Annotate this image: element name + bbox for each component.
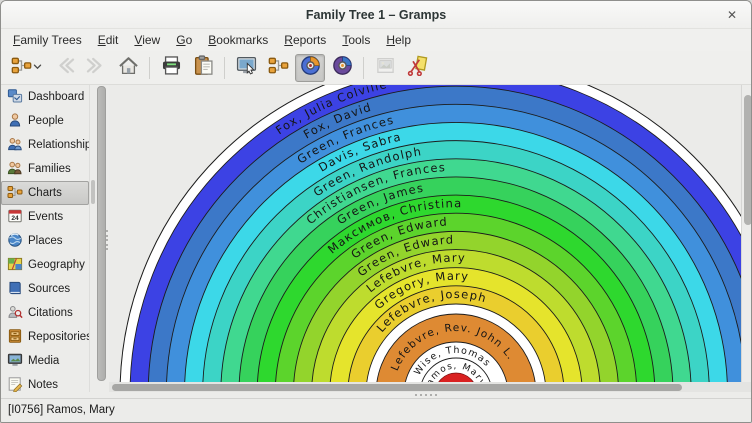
gramps-tree-icon [11, 55, 32, 81]
menu-tools[interactable]: Tools [334, 29, 378, 51]
horizontal-scrollbar-thumb[interactable] [112, 384, 682, 391]
sidebar-scrollbar-thumb[interactable] [91, 180, 95, 204]
citations-icon [7, 304, 23, 323]
window-title: Family Tree 1 – Gramps [306, 8, 446, 22]
menu-reports[interactable]: Reports [276, 29, 334, 51]
sidebar-item-label: Citations [28, 307, 73, 319]
print-icon [161, 55, 182, 81]
family-trees-button[interactable] [7, 54, 47, 82]
svg-text:24: 24 [11, 214, 19, 221]
image-icon [375, 55, 396, 81]
fan-chart-alt-icon [332, 55, 353, 81]
pane-splitter[interactable] [96, 85, 109, 398]
sidebar-item-families[interactable]: Families [1, 157, 89, 181]
forward-button[interactable] [81, 54, 111, 82]
pedigree-view-button[interactable] [263, 54, 293, 82]
toolbar-separator [224, 57, 225, 79]
title-bar[interactable]: Family Tree 1 – Gramps ✕ [1, 1, 751, 29]
configure-view-button[interactable] [231, 54, 261, 82]
toolbar-separator [363, 57, 364, 79]
clipboard-button[interactable] [188, 54, 218, 82]
menu-go[interactable]: Go [168, 29, 200, 51]
repositories-icon [7, 328, 23, 347]
clipboard-icon [193, 55, 214, 81]
dashboard-icon [7, 88, 23, 107]
sidebar-item-label: Repositories [28, 331, 92, 343]
person-icon [7, 112, 23, 131]
fan-chart-icon [300, 55, 321, 81]
status-bar: [I0756] Ramos, Mary [1, 398, 751, 423]
sidebar-item-label: Relationships [28, 139, 97, 151]
pedigree-icon [268, 55, 289, 81]
sidebar-item-label: Geography [28, 259, 85, 271]
chevron-down-icon [32, 59, 43, 77]
families-icon [7, 160, 23, 179]
print-button[interactable] [156, 54, 186, 82]
sidebar-item-people[interactable]: People [1, 109, 89, 133]
menu-view[interactable]: View [126, 29, 168, 51]
gramps-window: Family Tree 1 – Gramps ✕ Family TreesEdi… [0, 0, 752, 423]
vertical-scrollbar[interactable] [741, 85, 752, 382]
sidebar-item-label: Sources [28, 283, 70, 295]
places-icon [7, 232, 23, 251]
sidebar-item-media[interactable]: Media [1, 349, 89, 373]
media-icon [7, 352, 23, 371]
sources-icon [7, 280, 23, 299]
sidebar-item-label: Notes [28, 379, 58, 391]
toolbar [1, 51, 751, 85]
navigator-sidebar: Dashboard People Relationships Families Char… [1, 85, 89, 398]
menu-bookmarks[interactable]: Bookmarks [200, 29, 276, 51]
horizontal-scrollbar[interactable] [109, 382, 752, 392]
sidebar-item-citations[interactable]: Citations [1, 301, 89, 325]
full-fan-chart-view-button[interactable] [327, 54, 357, 82]
home-icon [118, 55, 139, 81]
toolbar-separator [149, 57, 150, 79]
sidebar-item-label: Places [28, 235, 63, 247]
sidebar-item-label: Media [28, 355, 59, 367]
clip-button[interactable] [402, 54, 432, 82]
content-area: Dashboard People Relationships Families Char… [1, 85, 752, 398]
menu-family-trees[interactable]: Family Trees [5, 29, 90, 51]
sidebar-item-geography[interactable]: Geography [1, 253, 89, 277]
back-button[interactable] [49, 54, 79, 82]
sidebar-scrollbar[interactable] [89, 85, 96, 398]
forward-icon [86, 55, 107, 81]
sidebar-item-relationships[interactable]: Relationships [1, 133, 89, 157]
relationships-icon [7, 136, 23, 155]
sidebar-item-events[interactable]: 24 Events [1, 205, 89, 229]
pane-splitter-bar[interactable] [97, 86, 106, 381]
sidebar-item-places[interactable]: Places [1, 229, 89, 253]
sidebar-item-label: Charts [28, 187, 62, 199]
sidebar-item-repositories[interactable]: Repositories [1, 325, 89, 349]
sidebar-item-dashboard[interactable]: Dashboard [1, 85, 89, 109]
bottom-splitter-grip[interactable] [415, 394, 437, 397]
events-icon: 24 [7, 208, 23, 227]
cut-icon [407, 55, 428, 81]
fan-chart-view-button[interactable] [295, 54, 325, 82]
fan-chart-canvas: Ramos, MaryWise, ThomasLefebvre, Rev. Jo… [109, 85, 741, 382]
media-button[interactable] [370, 54, 400, 82]
sidebar-item-sources[interactable]: Sources [1, 277, 89, 301]
sidebar-item-label: Events [28, 211, 63, 223]
menu-edit[interactable]: Edit [90, 29, 127, 51]
sidebar-item-label: Families [28, 163, 71, 175]
sidebar-item-label: Dashboard [28, 91, 84, 103]
home-button[interactable] [113, 54, 143, 82]
fan-chart-viewport[interactable]: Ramos, MaryWise, ThomasLefebvre, Rev. Jo… [109, 85, 741, 382]
sidebar-item-label: People [28, 115, 64, 127]
configure-view-icon [236, 55, 257, 81]
vertical-scrollbar-thumb[interactable] [744, 95, 752, 225]
charts-icon [7, 184, 23, 203]
back-icon [54, 55, 75, 81]
menu-bar: Family TreesEditViewGoBookmarksReportsTo… [1, 29, 751, 51]
geography-icon [7, 256, 23, 275]
close-icon[interactable]: ✕ [723, 6, 741, 24]
active-person-status: [I0756] Ramos, Mary [8, 404, 115, 416]
menu-help[interactable]: Help [378, 29, 419, 51]
sidebar-item-charts[interactable]: Charts [1, 181, 89, 205]
